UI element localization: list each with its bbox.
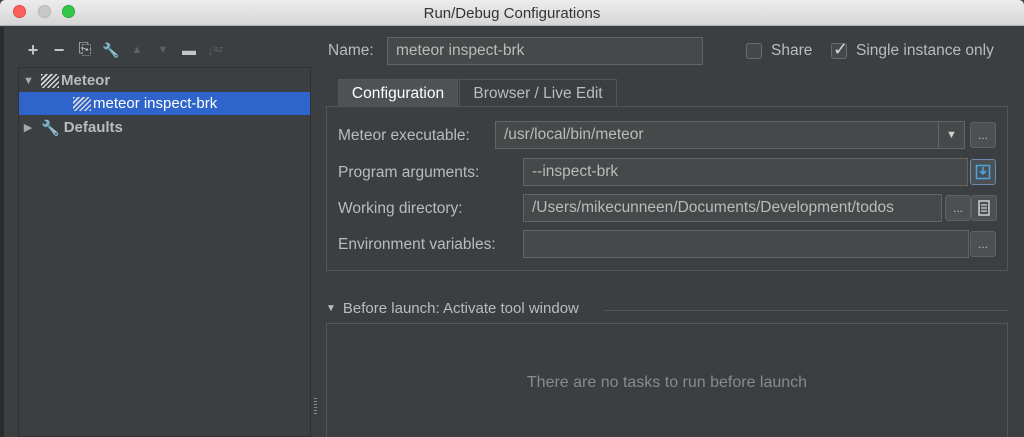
- remove-icon[interactable]: −: [46, 38, 72, 62]
- window-titlebar: Run/Debug Configurations: [0, 0, 1024, 26]
- chevron-down-icon[interactable]: ▼: [938, 121, 965, 149]
- tab-browser-live-edit[interactable]: Browser / Live Edit: [459, 79, 617, 107]
- before-launch-header[interactable]: ▼ Before launch: Activate tool window: [326, 300, 579, 317]
- executable-combo[interactable]: /usr/local/bin/meteor: [495, 121, 939, 149]
- tab-configuration[interactable]: Configuration: [338, 79, 458, 107]
- share-checkbox[interactable]: [746, 43, 762, 59]
- expand-arrow-icon[interactable]: ▼: [23, 75, 34, 87]
- tree-item-meteor-inspect-brk[interactable]: meteor inspect-brk: [19, 92, 310, 115]
- copy-icon[interactable]: ⎘: [72, 38, 98, 62]
- pane-splitter[interactable]: [318, 27, 324, 437]
- add-icon[interactable]: +: [20, 38, 46, 62]
- share-label[interactable]: Share: [771, 42, 812, 60]
- move-down-icon[interactable]: ▼: [150, 38, 176, 62]
- tree-group-defaults[interactable]: ▶ 🔧 Defaults: [19, 116, 310, 139]
- working-dir-input[interactable]: /Users/mikecunneen/Documents/Development…: [523, 194, 942, 222]
- env-vars-browse-button[interactable]: ...: [970, 231, 996, 257]
- window-title: Run/Debug Configurations: [423, 5, 601, 22]
- sort-icon[interactable]: ↓ᵃᶻ: [202, 38, 228, 62]
- move-up-icon[interactable]: ▲: [124, 38, 150, 62]
- tree-group-label: Meteor: [61, 72, 111, 89]
- left-edge: [0, 27, 4, 437]
- tree-defaults-label: Defaults: [63, 119, 123, 136]
- folder-icon[interactable]: ▬: [176, 38, 202, 62]
- document-icon: [978, 200, 990, 216]
- section-divider: [604, 310, 1008, 311]
- collapse-arrow-icon[interactable]: ▼: [326, 303, 336, 314]
- wrench-icon[interactable]: 🔧: [98, 38, 124, 62]
- macros-button[interactable]: [971, 195, 997, 221]
- tree-item-label: meteor inspect-brk: [93, 95, 218, 112]
- program-args-label: Program arguments:: [338, 164, 480, 181]
- program-args-input[interactable]: --inspect-brk: [523, 158, 968, 186]
- name-label: Name:: [328, 42, 374, 59]
- working-dir-label: Working directory:: [338, 200, 463, 217]
- executable-browse-button[interactable]: ...: [970, 122, 996, 148]
- executable-label: Meteor executable:: [338, 127, 470, 144]
- wrench-icon: 🔧: [41, 119, 60, 137]
- working-dir-browse-button[interactable]: ...: [945, 195, 971, 221]
- tree-group-meteor[interactable]: ▼ Meteor: [19, 69, 310, 92]
- meteor-icon: [41, 73, 59, 88]
- empty-tasks-message: There are no tasks to run before launch: [526, 374, 808, 391]
- sidebar-toolbar: + − ⎘ 🔧 ▲ ▼ ▬ ↓ᵃᶻ: [20, 38, 228, 62]
- name-input[interactable]: meteor inspect-brk: [387, 37, 703, 65]
- expand-field-button[interactable]: [970, 159, 996, 185]
- env-vars-input[interactable]: [523, 230, 969, 258]
- collapse-arrow-icon[interactable]: ▶: [23, 121, 33, 134]
- meteor-icon: [73, 96, 91, 111]
- single-instance-checkbox[interactable]: [831, 39, 848, 60]
- single-instance-label[interactable]: Single instance only: [856, 42, 994, 60]
- splitter-grip-icon[interactable]: [314, 398, 317, 414]
- before-launch-title: Before launch: Activate tool window: [342, 300, 579, 317]
- configurations-tree: ▼ Meteor meteor inspect-brk ▶ 🔧 Defaults: [18, 67, 311, 437]
- env-vars-label: Environment variables:: [338, 236, 496, 253]
- insert-icon: [975, 164, 991, 180]
